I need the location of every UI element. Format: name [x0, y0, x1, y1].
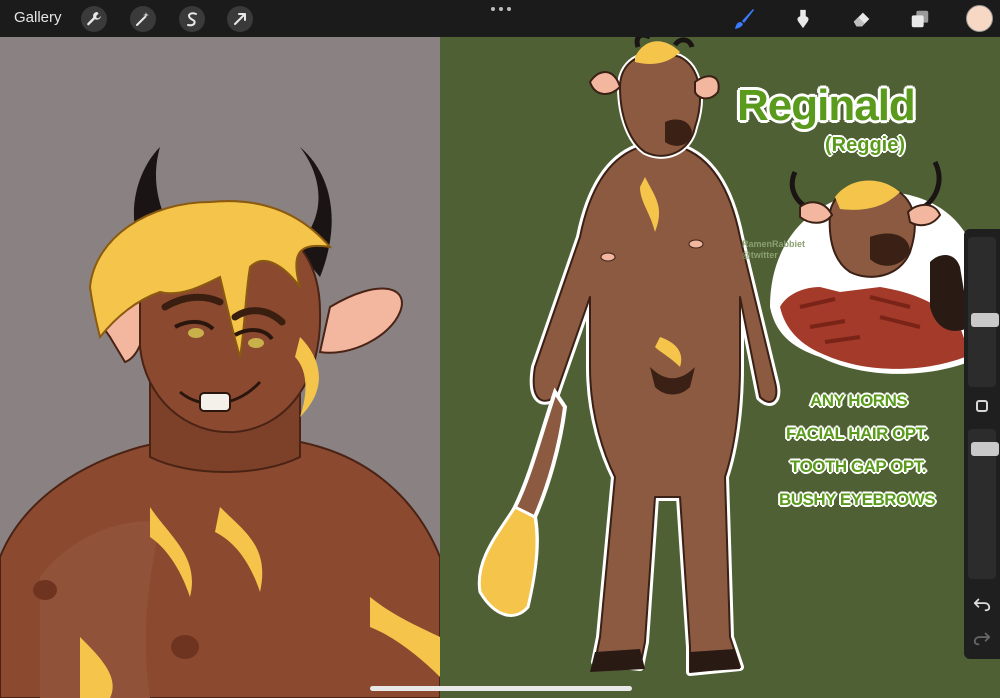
brush-sidebar: [964, 229, 1000, 659]
watermark-platform: @twitter: [742, 250, 778, 260]
transform-icon[interactable]: [227, 6, 253, 32]
full-body-figure: [477, 37, 781, 676]
more-options-icon[interactable]: [489, 3, 513, 15]
brush-size-slider[interactable]: [968, 237, 999, 387]
color-picker-swatch[interactable]: [966, 5, 993, 32]
character-nickname: (Reggie): [825, 134, 905, 156]
smudge-icon[interactable]: [790, 6, 816, 32]
eraser-icon[interactable]: [849, 6, 875, 32]
trait-3: TOOTH GAP OPT.: [790, 457, 926, 476]
brush-icon[interactable]: [731, 6, 757, 32]
gallery-button[interactable]: Gallery: [14, 9, 62, 26]
layers-icon[interactable]: [907, 6, 933, 32]
drawing-canvas[interactable]: Reginald (Reggie) RamenRabbiet @twitter …: [0, 37, 1000, 698]
top-toolbar: Gallery: [0, 0, 1000, 37]
redo-icon[interactable]: [972, 629, 992, 649]
watermark-handle: RamenRabbiet: [742, 239, 806, 249]
modify-button[interactable]: [976, 400, 988, 412]
character-name: Reginald: [737, 81, 916, 130]
artist-watermark: RamenRabbiet @twitter: [742, 239, 805, 261]
trait-2: FACIAL HAIR OPT.: [786, 424, 928, 443]
wrench-icon[interactable]: [81, 6, 107, 32]
selection-icon[interactable]: [179, 6, 205, 32]
opacity-slider[interactable]: [968, 429, 999, 579]
reference-sheet: Reginald (Reggie) RamenRabbiet @twitter …: [440, 37, 1000, 698]
home-indicator[interactable]: [370, 686, 632, 691]
magic-wand-icon[interactable]: [130, 6, 156, 32]
brush-size-thumb[interactable]: [971, 313, 999, 327]
undo-icon[interactable]: [972, 595, 992, 615]
opacity-thumb[interactable]: [971, 442, 999, 456]
trait-4: BUSHY EYEBROWS: [779, 490, 936, 509]
trait-1: ANY HORNS: [810, 391, 908, 410]
closeup-artwork: [0, 37, 440, 698]
portrait-badge: [770, 160, 980, 374]
